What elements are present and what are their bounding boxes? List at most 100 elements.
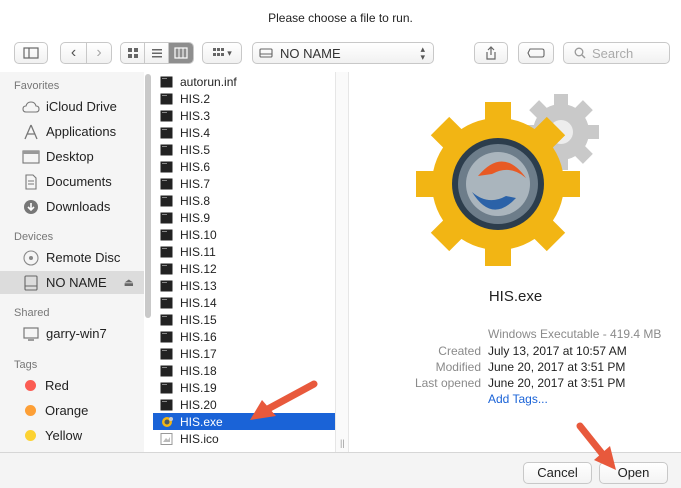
file-row[interactable]: HIS.18 xyxy=(153,362,335,379)
document-file-icon xyxy=(160,297,173,309)
sidebar-toggle-button[interactable] xyxy=(14,42,48,64)
file-row[interactable]: autorun.inf xyxy=(153,73,335,90)
sidebar-item-remote-disc[interactable]: Remote Disc xyxy=(0,246,144,269)
toolbar: ‹ › ▾ NO NAME ▴ ▾ Search xyxy=(0,36,681,72)
file-row[interactable]: HIS.12 xyxy=(153,260,335,277)
applications-icon xyxy=(22,124,40,140)
last-opened-value: June 20, 2017 at 3:51 PM xyxy=(488,376,626,390)
sidebar-item-no-name[interactable]: NO NAME ⏏ xyxy=(0,271,144,294)
file-name: HIS.4 xyxy=(180,125,211,140)
tag-button[interactable] xyxy=(518,42,554,64)
icon-view-button[interactable] xyxy=(121,43,144,63)
list-icon xyxy=(151,49,162,58)
file-name: autorun.inf xyxy=(180,74,237,89)
monitor-icon xyxy=(22,326,40,342)
bottom-bar: Cancel Open xyxy=(0,452,681,488)
file-row[interactable]: HIS.7 xyxy=(153,175,335,192)
search-placeholder: Search xyxy=(592,45,634,61)
file-row[interactable]: HIS.10 xyxy=(153,226,335,243)
file-row[interactable]: HIS.9 xyxy=(153,209,335,226)
sidebar-item-tag-yellow[interactable]: Yellow xyxy=(0,424,144,447)
document-file-icon xyxy=(160,314,173,326)
file-row[interactable]: HIS.16 xyxy=(153,328,335,345)
eject-icon[interactable]: ⏏ xyxy=(124,276,134,289)
document-file-icon xyxy=(160,178,173,190)
document-file-icon xyxy=(160,263,173,275)
file-name: HIS.13 xyxy=(180,278,217,293)
modified-label: Modified xyxy=(435,360,481,374)
file-row[interactable]: HIS.5 xyxy=(153,141,335,158)
document-file-icon xyxy=(160,229,173,241)
preview-file-kind: Windows Executable - 419.4 MB xyxy=(488,327,662,341)
file-row[interactable]: HIS.15 xyxy=(153,311,335,328)
document-file-icon xyxy=(160,127,173,139)
document-file-icon xyxy=(160,195,173,207)
disc-icon xyxy=(22,249,40,266)
preview-file-name: HIS.exe xyxy=(488,288,543,305)
file-row[interactable]: HIS.20 xyxy=(153,396,335,413)
created-value: July 13, 2017 at 10:57 AM xyxy=(488,344,627,358)
file-name: HIS.2 xyxy=(180,91,211,106)
arrange-button[interactable]: ▾ xyxy=(202,42,242,64)
list-view-button[interactable] xyxy=(144,43,167,63)
file-name: HIS.7 xyxy=(180,176,211,191)
file-row[interactable]: HIS.19 xyxy=(153,379,335,396)
file-row[interactable]: HIS.6 xyxy=(153,158,335,175)
arrange-grid-icon xyxy=(213,48,225,56)
app-gear-icon xyxy=(416,94,599,266)
file-name: HIS.5 xyxy=(180,142,211,157)
cancel-button[interactable]: Cancel xyxy=(523,462,592,484)
file-name: HIS.11 xyxy=(180,244,216,259)
tag-icon xyxy=(527,48,545,58)
search-field[interactable]: Search xyxy=(563,42,670,64)
column-divider[interactable]: || xyxy=(335,72,349,452)
file-row[interactable]: HIS.exe xyxy=(153,413,335,430)
yellow-tag-dot xyxy=(25,430,36,441)
file-row[interactable]: HIS.8 xyxy=(153,192,335,209)
sidebar-icon xyxy=(23,47,39,59)
chevron-left-icon: ‹ xyxy=(70,44,77,61)
sidebar-item-documents[interactable]: Documents xyxy=(0,170,144,193)
file-name: HIS.8 xyxy=(180,193,211,208)
file-row[interactable]: HIS.2 xyxy=(153,90,335,107)
image-file-icon xyxy=(160,432,173,445)
open-button[interactable]: Open xyxy=(599,462,668,484)
file-row[interactable]: HIS.3 xyxy=(153,107,335,124)
document-file-icon xyxy=(160,348,173,360)
scrollbar-thumb[interactable] xyxy=(145,74,151,318)
share-button[interactable] xyxy=(474,42,508,64)
sidebar-scrollbar[interactable] xyxy=(144,72,152,452)
file-row[interactable]: HIS.14 xyxy=(153,294,335,311)
document-file-icon xyxy=(160,161,173,173)
file-row[interactable]: HIS.17 xyxy=(153,345,335,362)
sidebar-item-applications[interactable]: Applications xyxy=(0,120,144,143)
location-popup[interactable]: NO NAME ▴ ▾ xyxy=(252,42,434,64)
sidebar-item-tag-orange[interactable]: Orange xyxy=(0,399,144,422)
columns-icon xyxy=(174,47,188,59)
document-file-icon xyxy=(160,280,173,292)
forward-button[interactable]: › xyxy=(85,43,111,63)
sidebar-item-downloads[interactable]: Downloads xyxy=(0,195,144,218)
file-name: HIS.ico xyxy=(180,431,219,446)
sidebar-item-icloud-drive[interactable]: iCloud Drive xyxy=(0,95,144,118)
sidebar-item-tag-red[interactable]: Red xyxy=(0,374,144,397)
file-row[interactable]: HIS.ico xyxy=(153,430,335,447)
add-tags-link[interactable]: Add Tags... xyxy=(488,392,548,406)
file-row[interactable]: HIS.4 xyxy=(153,124,335,141)
view-mode-control xyxy=(120,42,194,64)
sidebar-item-garry-win7[interactable]: garry-win7 xyxy=(0,322,144,345)
document-file-icon xyxy=(160,144,173,156)
file-name: HIS.18 xyxy=(180,363,217,378)
file-row[interactable]: HIS.13 xyxy=(153,277,335,294)
column-view-button[interactable] xyxy=(167,43,193,63)
chevron-down-icon: ▾ xyxy=(227,47,232,58)
document-file-icon xyxy=(160,212,173,224)
file-name: HIS.20 xyxy=(180,397,217,412)
back-button[interactable]: ‹ xyxy=(61,43,86,63)
file-row[interactable]: HIS.11 xyxy=(153,243,335,260)
file-name: HIS.15 xyxy=(180,312,217,327)
sidebar-item-desktop[interactable]: Desktop xyxy=(0,145,144,168)
resize-grip-icon[interactable]: || xyxy=(340,438,345,448)
exe-file-icon xyxy=(160,416,173,428)
tags-header: Tags xyxy=(14,359,38,371)
